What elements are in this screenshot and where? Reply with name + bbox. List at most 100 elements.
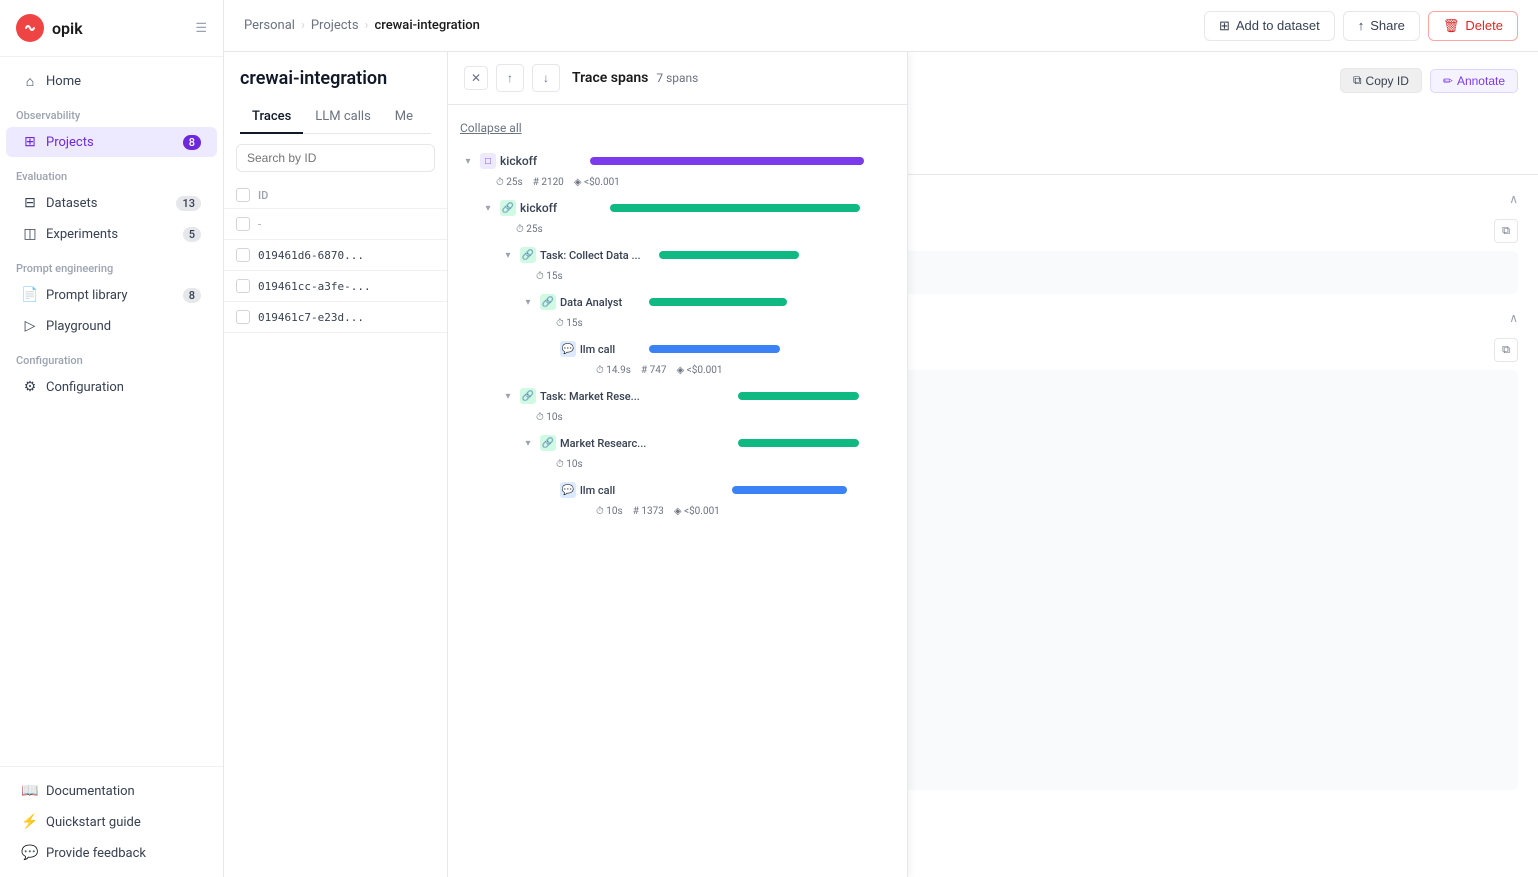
- span-toggle-icon[interactable]: ▾: [520, 294, 536, 310]
- span-bar-purple-0: [590, 157, 864, 165]
- opik-logo-icon: [16, 14, 44, 42]
- annotate-button[interactable]: ✏ Annotate: [1430, 69, 1518, 93]
- table-row[interactable]: 019461cc-a3fe-...: [224, 271, 447, 302]
- span-row: ▾ 🔗 Data Analyst ⏱ 15s: [460, 288, 895, 333]
- row-checkbox-3[interactable]: [236, 279, 250, 293]
- span-nav-down-button[interactable]: ↓: [532, 64, 560, 92]
- span-type-chain-icon: 🔗: [540, 294, 556, 310]
- span-nav-up-button[interactable]: ↑: [496, 64, 524, 92]
- span-name-llm-call-2: llm call: [580, 484, 640, 497]
- table-row[interactable]: 019461c7-e23d...: [224, 302, 447, 333]
- breadcrumb-projects[interactable]: Projects: [311, 18, 359, 33]
- sidebar-quickstart-label: Quickstart guide: [46, 815, 201, 830]
- span-cost: ◈ <$0.001: [676, 365, 722, 376]
- copy-id-button[interactable]: ⧉ Copy ID: [1340, 68, 1422, 93]
- span-row-header: ▾ 🔗 Task: Collect Data ...: [500, 241, 895, 269]
- search-input[interactable]: [236, 144, 435, 172]
- span-bar-blue-2: [732, 486, 847, 494]
- span-toggle-icon[interactable]: ▾: [500, 388, 516, 404]
- span-name-data-analyst: Data Analyst: [560, 296, 640, 309]
- add-to-dataset-icon: ⊞: [1219, 18, 1230, 34]
- row-checkbox-1[interactable]: [236, 217, 250, 231]
- sidebar-item-prompt-library[interactable]: 📄 Prompt library 8: [6, 280, 217, 310]
- sidebar-toggle-icon[interactable]: ☰: [195, 21, 207, 36]
- span-type-chain-icon: 🔗: [520, 388, 536, 404]
- share-button[interactable]: ↑ Share: [1343, 11, 1420, 41]
- tab-traces[interactable]: Traces: [240, 101, 303, 134]
- span-toggle-icon[interactable]: ▾: [520, 435, 536, 451]
- panel-overlay: ✕ ↑ ↓ Trace spans 7 spans Collapse all ▾: [448, 52, 1538, 877]
- annotate-label: Annotate: [1457, 74, 1505, 88]
- table-row[interactable]: -: [224, 209, 447, 240]
- tab-llm-calls[interactable]: LLM calls: [303, 101, 383, 134]
- row-checkbox-2[interactable]: [236, 248, 250, 262]
- sidebar-logo-text: opik: [52, 19, 83, 38]
- span-tokens: # 1373: [633, 506, 664, 517]
- prompt-library-badge: 8: [183, 288, 201, 303]
- span-bar-blue-1: [649, 345, 780, 353]
- datasets-icon: ⊟: [22, 195, 38, 211]
- sidebar-item-playground[interactable]: ▷ Playground: [6, 311, 217, 341]
- span-time: ⏱ 10s: [596, 506, 623, 517]
- sidebar-item-quickstart[interactable]: ⚡ Quickstart guide: [6, 807, 217, 837]
- delete-button[interactable]: 🗑 Delete: [1428, 11, 1518, 41]
- span-toggle-icon[interactable]: ▾: [460, 153, 476, 169]
- tab-metrics[interactable]: Me: [383, 101, 425, 134]
- sidebar-navigation: ⌂ Home Observability ⊞ Projects 8 Evalua…: [0, 57, 223, 766]
- yaml-copy-input-button[interactable]: ⧉: [1494, 219, 1518, 243]
- quickstart-icon: ⚡: [22, 814, 38, 830]
- span-bar-area: [644, 292, 895, 312]
- sidebar-item-home[interactable]: ⌂ Home: [6, 66, 217, 96]
- evaluation-section-label: Evaluation: [0, 158, 223, 187]
- select-all-checkbox[interactable]: [236, 188, 250, 202]
- span-count-badge: 7 spans: [656, 71, 698, 85]
- configuration-section-label: Configuration: [0, 342, 223, 371]
- sidebar-projects-label: Projects: [46, 135, 175, 150]
- span-row: ▾ 💬 llm call ⏱ 10s # 1373 ◈ <$0.001: [460, 476, 895, 521]
- projects-icon: ⊞: [22, 134, 38, 150]
- span-tokens: # 2120: [533, 177, 564, 188]
- span-time: ⏱ 14.9s: [596, 365, 631, 376]
- span-bar-area: [644, 339, 895, 359]
- span-bar-green-4: [738, 392, 859, 400]
- span-cost: ◈ <$0.001: [674, 506, 720, 517]
- copy-icon: ⧉: [1353, 73, 1362, 88]
- span-cost: ◈ <$0.001: [574, 177, 620, 188]
- yaml-copy-output-button[interactable]: ⧉: [1494, 338, 1518, 362]
- sidebar: opik ☰ ⌂ Home Observability ⊞ Projects 8…: [0, 0, 224, 877]
- span-bar-area: [654, 245, 895, 265]
- sidebar-item-documentation[interactable]: 📖 Documentation: [6, 776, 217, 806]
- breadcrumb-current: crewai-integration: [374, 18, 479, 33]
- span-row: ▾ 💬 llm call ⏱ 14.9s # 747 ◈ <$0.001: [460, 335, 895, 380]
- sidebar-item-feedback[interactable]: 💬 Provide feedback: [6, 838, 217, 868]
- span-type-llm-icon: 💬: [560, 341, 576, 357]
- breadcrumb-personal[interactable]: Personal: [244, 18, 295, 33]
- span-row-header: ▾ 🔗 Market Researc...: [520, 429, 895, 457]
- add-to-dataset-button[interactable]: ⊞ Add to dataset: [1204, 11, 1335, 41]
- sidebar-item-projects[interactable]: ⊞ Projects 8: [6, 127, 217, 157]
- row-id-2: 019461cc-a3fe-...: [258, 280, 371, 293]
- span-row-header: ▾ 🔗 Task: Market Rese...: [500, 382, 895, 410]
- span-toggle-icon[interactable]: ▾: [500, 247, 516, 263]
- span-toggle-icon[interactable]: ▾: [480, 200, 496, 216]
- traces-header: crewai-integration Traces LLM calls Me: [224, 52, 447, 134]
- span-type-chain-icon: 🔗: [500, 200, 516, 216]
- span-bar-green-3: [649, 298, 787, 306]
- span-row: ▾ 🔗 Task: Collect Data ... ⏱ 15s: [460, 241, 895, 286]
- feedback-icon: 💬: [22, 845, 38, 861]
- sidebar-item-configuration[interactable]: ⚙ Configuration: [6, 372, 217, 402]
- sidebar-item-experiments[interactable]: ◫ Experiments 5: [6, 219, 217, 249]
- table-row[interactable]: 019461d6-6870...: [224, 240, 447, 271]
- collapse-all-button[interactable]: Collapse all: [460, 117, 895, 147]
- span-modal-close-button[interactable]: ✕: [464, 66, 488, 90]
- share-icon: ↑: [1358, 18, 1365, 33]
- span-row: ▾ 🔗 Task: Market Rese... ⏱ 10s: [460, 382, 895, 427]
- traces-search: [224, 134, 447, 182]
- span-meta: ⏱ 10s: [500, 410, 895, 427]
- sidebar-item-datasets[interactable]: ⊟ Datasets 13: [6, 188, 217, 218]
- traces-panel: crewai-integration Traces LLM calls Me I…: [224, 52, 448, 877]
- span-bar-area: [604, 198, 895, 218]
- row-checkbox-4[interactable]: [236, 310, 250, 324]
- span-name-llm-call-1: llm call: [580, 343, 640, 356]
- span-tree: ▾ □ kickoff ⏱ 25s # 2120 ◈ <$0.001: [460, 147, 895, 521]
